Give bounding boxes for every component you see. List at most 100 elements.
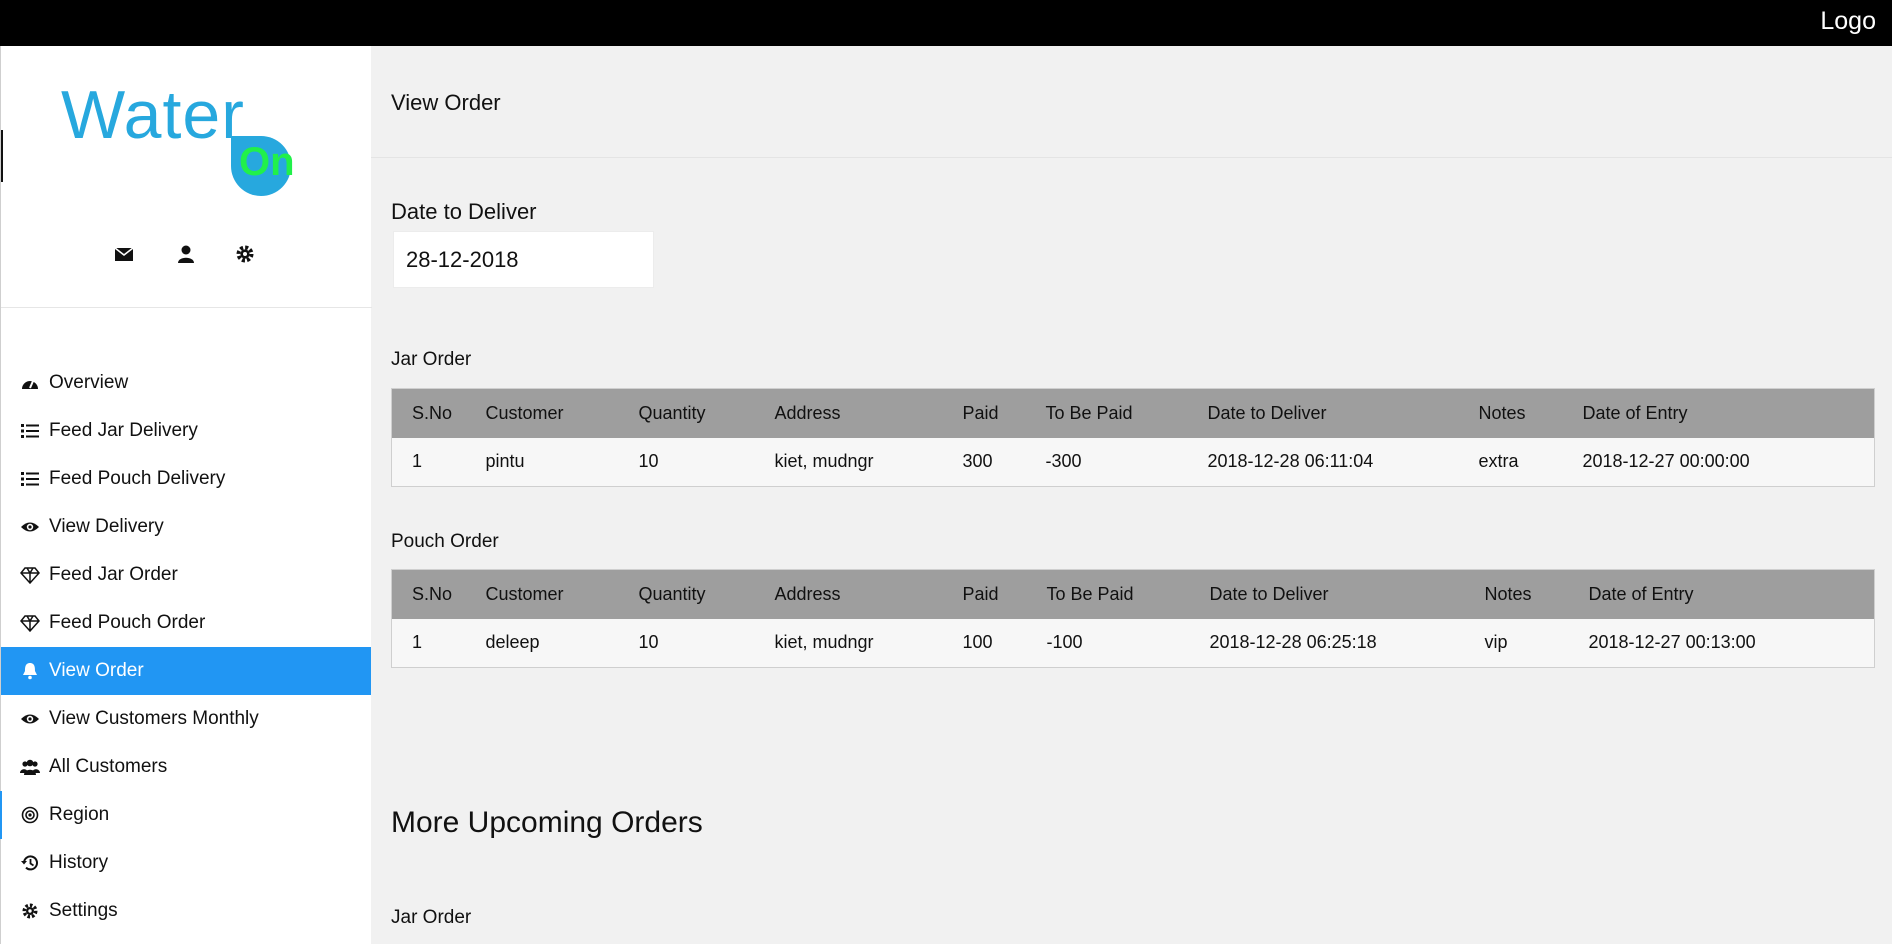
column-header: Date of Entry bbox=[1588, 569, 1875, 619]
table-cell: 10 bbox=[638, 618, 775, 668]
nav-item-view-delivery[interactable]: View Delivery bbox=[1, 503, 371, 551]
column-header: To Be Paid bbox=[1046, 569, 1210, 619]
column-header: Date to Deliver bbox=[1207, 388, 1479, 438]
main-content: View Order Date to Deliver Jar Order S.N… bbox=[371, 46, 1892, 944]
table-cell: 100 bbox=[962, 618, 1047, 668]
header-divider bbox=[371, 157, 1892, 158]
brand-logo[interactable]: Water On bbox=[59, 76, 299, 246]
table-cell: pintu bbox=[485, 437, 639, 487]
column-header: Notes bbox=[1478, 388, 1583, 438]
nav-label: History bbox=[49, 852, 109, 873]
nav-label: Region bbox=[49, 804, 110, 825]
table-row: 1 deleep 10 kiet, mudngr 100 -100 2018-1… bbox=[391, 618, 1875, 668]
diamond-icon bbox=[19, 566, 41, 584]
sidebar-divider bbox=[1, 307, 372, 308]
history-icon bbox=[19, 854, 41, 872]
nav-item-feed-jar-delivery[interactable]: Feed Jar Delivery bbox=[1, 407, 371, 455]
column-header: Date of Entry bbox=[1582, 388, 1875, 438]
table-cell: 300 bbox=[962, 437, 1046, 487]
table-cell: kiet, mudngr bbox=[774, 618, 963, 668]
table-cell: -300 bbox=[1045, 437, 1208, 487]
nav-label: Feed Pouch Order bbox=[49, 612, 206, 633]
page-title: View Order bbox=[391, 90, 501, 115]
table-cell: deleep bbox=[485, 618, 639, 668]
user-icon[interactable] bbox=[174, 242, 198, 266]
envelope-icon[interactable] bbox=[112, 242, 136, 266]
top-bar: Logo bbox=[0, 0, 1892, 46]
column-header: Date to Deliver bbox=[1209, 569, 1485, 619]
nav-item-all-customers[interactable]: All Customers bbox=[1, 743, 371, 791]
table-cell: 1 bbox=[391, 437, 486, 487]
column-header: S.No bbox=[391, 388, 486, 438]
jar-order-title: Jar Order bbox=[391, 349, 472, 370]
users-icon bbox=[19, 758, 41, 776]
text-cursor bbox=[1, 130, 3, 182]
brand-word: Water bbox=[61, 77, 245, 153]
list-icon bbox=[19, 470, 41, 488]
gear-icon[interactable] bbox=[233, 242, 257, 266]
sidebar: Water On Overview Feed Jar Delivery Feed… bbox=[0, 46, 372, 944]
diamond-icon bbox=[19, 614, 41, 632]
nav-label: Feed Pouch Delivery bbox=[49, 468, 226, 489]
pouch-order-table: S.No Customer Quantity Address Paid To B… bbox=[391, 569, 1875, 668]
table-cell: kiet, mudngr bbox=[774, 437, 963, 487]
table-header-row: S.No Customer Quantity Address Paid To B… bbox=[391, 388, 1875, 438]
jar-order-table: S.No Customer Quantity Address Paid To B… bbox=[391, 388, 1875, 487]
column-header: Quantity bbox=[638, 569, 775, 619]
column-header: Quantity bbox=[638, 388, 775, 438]
eye-icon bbox=[19, 518, 41, 536]
nav-label: Feed Jar Delivery bbox=[49, 420, 198, 441]
nav-item-view-customers-monthly[interactable]: View Customers Monthly bbox=[1, 695, 371, 743]
more-jar-order-title: Jar Order bbox=[391, 907, 472, 928]
column-header: S.No bbox=[391, 569, 486, 619]
brand-badge: On bbox=[239, 140, 295, 184]
table-cell: 2018-12-28 06:25:18 bbox=[1209, 618, 1485, 668]
nav-item-settings[interactable]: Settings bbox=[1, 887, 371, 935]
date-to-deliver-label: Date to Deliver bbox=[391, 199, 537, 224]
table-header-row: S.No Customer Quantity Address Paid To B… bbox=[391, 569, 1875, 619]
table-cell: 2018-12-28 06:11:04 bbox=[1207, 437, 1479, 487]
column-header: Paid bbox=[962, 569, 1047, 619]
column-header: Paid bbox=[962, 388, 1046, 438]
nav-label: Overview bbox=[49, 372, 129, 393]
nav-label: View Customers Monthly bbox=[49, 708, 259, 729]
nav-label: View Order bbox=[49, 660, 144, 681]
target-icon bbox=[19, 806, 41, 824]
table-cell: 10 bbox=[638, 437, 775, 487]
nav-item-region[interactable]: Region bbox=[0, 791, 371, 839]
column-header: Address bbox=[774, 569, 963, 619]
table-cell: 2018-12-27 00:13:00 bbox=[1588, 618, 1875, 668]
table-cell: -100 bbox=[1046, 618, 1210, 668]
nav-label: All Customers bbox=[49, 756, 168, 777]
table-cell: 2018-12-27 00:00:00 bbox=[1582, 437, 1875, 487]
nav-item-overview[interactable]: Overview bbox=[1, 359, 371, 407]
table-cell: extra bbox=[1478, 437, 1583, 487]
nav-label: Feed Jar Order bbox=[49, 564, 178, 585]
nav-item-history[interactable]: History bbox=[1, 839, 371, 887]
column-header: Address bbox=[774, 388, 963, 438]
nav-item-feed-pouch-delivery[interactable]: Feed Pouch Delivery bbox=[1, 455, 371, 503]
bell-icon bbox=[19, 662, 41, 680]
column-header: To Be Paid bbox=[1045, 388, 1208, 438]
table-cell: 1 bbox=[391, 618, 486, 668]
sidebar-nav: Overview Feed Jar Delivery Feed Pouch De… bbox=[0, 359, 371, 935]
nav-label: View Delivery bbox=[49, 516, 164, 537]
nav-label: Settings bbox=[49, 900, 118, 921]
date-to-deliver-input[interactable] bbox=[393, 231, 654, 288]
logo-text[interactable]: Logo bbox=[1820, 7, 1876, 36]
nav-item-view-order[interactable]: View Order bbox=[1, 647, 371, 695]
column-header: Customer bbox=[485, 569, 639, 619]
eye-icon bbox=[19, 710, 41, 728]
column-header: Notes bbox=[1484, 569, 1589, 619]
gear-icon bbox=[19, 902, 41, 920]
more-upcoming-orders-title: More Upcoming Orders bbox=[391, 806, 703, 839]
nav-item-feed-jar-order[interactable]: Feed Jar Order bbox=[1, 551, 371, 599]
dashboard-icon bbox=[19, 374, 41, 392]
table-cell: vip bbox=[1484, 618, 1589, 668]
sidebar-icon-row bbox=[1, 242, 372, 272]
table-row: 1 pintu 10 kiet, mudngr 300 -300 2018-12… bbox=[391, 437, 1875, 487]
column-header: Customer bbox=[485, 388, 639, 438]
list-icon bbox=[19, 422, 41, 440]
nav-item-feed-pouch-order[interactable]: Feed Pouch Order bbox=[1, 599, 371, 647]
pouch-order-title: Pouch Order bbox=[391, 531, 499, 552]
